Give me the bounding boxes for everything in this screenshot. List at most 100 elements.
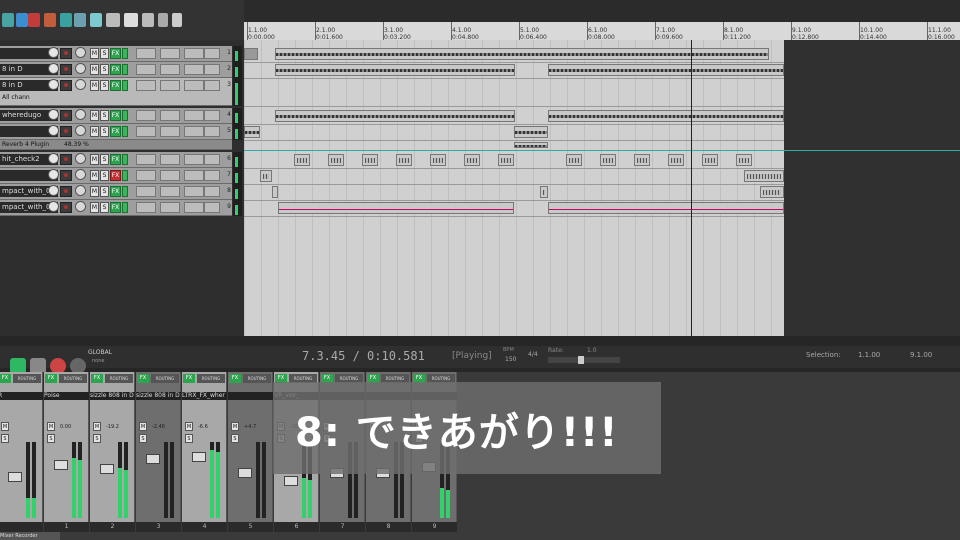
media-item[interactable] <box>275 48 769 60</box>
media-item[interactable] <box>548 64 784 76</box>
volume-knob[interactable] <box>75 63 86 74</box>
ruler-mark[interactable]: 7.1.00 <box>654 22 675 41</box>
phase-button[interactable] <box>204 80 220 91</box>
ruler-mark[interactable]: 11.1.00 <box>927 22 951 41</box>
media-item[interactable] <box>634 154 650 166</box>
pan-knob[interactable] <box>48 185 59 196</box>
mixer-icon[interactable] <box>124 13 138 27</box>
ruler-mark[interactable]: 5.1.00 <box>518 22 539 41</box>
media-item[interactable] <box>566 154 582 166</box>
volume-readout[interactable]: 0.00 <box>60 424 71 430</box>
fx-bypass-button[interactable] <box>122 170 128 181</box>
volume-knob[interactable] <box>75 169 86 180</box>
fx-bypass-button[interactable] <box>122 126 128 137</box>
route-button[interactable] <box>184 110 204 121</box>
ruler-mark[interactable]: 8.1.00 <box>722 22 743 41</box>
mixer-strip[interactable]: FX ROUTING LTRX_FX_wher M S -6.6 4 <box>182 372 227 532</box>
mute-button[interactable]: M <box>90 110 99 121</box>
record-arm-button[interactable] <box>60 154 72 165</box>
io-button[interactable] <box>160 202 180 213</box>
fx-button[interactable]: FX <box>110 110 121 121</box>
track-row[interactable]: M S FX 7 <box>0 168 232 184</box>
mute-button[interactable]: M <box>90 80 99 91</box>
volume-fader[interactable] <box>100 464 114 474</box>
route-button[interactable] <box>184 154 204 165</box>
pan-knob[interactable] <box>48 79 59 90</box>
media-item[interactable] <box>328 154 344 166</box>
strip-name[interactable]: sizzle 808 in D <box>136 392 181 400</box>
ripple-icon[interactable] <box>28 13 40 27</box>
volume-knob[interactable] <box>75 79 86 90</box>
record-arm-button[interactable] <box>60 80 72 91</box>
ruler-mark[interactable]: 4.1.00 <box>450 22 471 41</box>
fx-button[interactable]: FX <box>110 80 121 91</box>
phase-button[interactable] <box>204 202 220 213</box>
mute-button[interactable]: M <box>139 422 147 431</box>
envelope-button[interactable] <box>136 154 156 165</box>
grid-lines-icon[interactable] <box>142 13 154 27</box>
volume-knob[interactable] <box>75 153 86 164</box>
fx-button[interactable]: FX <box>110 170 121 181</box>
phase-button[interactable] <box>204 126 220 137</box>
envelope-button[interactable] <box>136 170 156 181</box>
volume-fader[interactable] <box>192 452 206 462</box>
track-row[interactable]: 8 in D M S FX 3 All chann <box>0 78 232 106</box>
fx-bypass-button[interactable] <box>122 154 128 165</box>
io-button[interactable] <box>160 170 180 181</box>
phase-button[interactable] <box>204 110 220 121</box>
media-item[interactable] <box>514 142 548 148</box>
fx-bypass-button[interactable] <box>122 186 128 197</box>
media-item[interactable] <box>548 110 784 122</box>
media-item[interactable] <box>244 126 260 138</box>
route-button[interactable] <box>184 126 204 137</box>
selection-start[interactable]: 1.1.00 <box>858 351 880 359</box>
io-button[interactable] <box>160 154 180 165</box>
ruler-mark[interactable]: 1.1.00 <box>246 22 267 41</box>
envelope-button[interactable] <box>136 48 156 59</box>
trim-icon[interactable] <box>106 13 120 27</box>
solo-button[interactable]: S <box>100 202 109 213</box>
track-row[interactable]: wheredugo M S FX 4 <box>0 108 232 124</box>
route-button[interactable] <box>184 48 204 59</box>
solo-button[interactable]: S <box>100 80 109 91</box>
mute-button[interactable]: M <box>47 422 55 431</box>
mixer-strip[interactable]: FX ROUTING M S +4.7 5 <box>228 372 273 532</box>
solo-button[interactable]: S <box>139 434 147 443</box>
mute-button[interactable]: M <box>90 202 99 213</box>
envelope-icon[interactable] <box>90 13 102 27</box>
envelope-button[interactable] <box>136 186 156 197</box>
mute-button[interactable]: M <box>90 170 99 181</box>
media-item[interactable] <box>498 154 514 166</box>
track-row[interactable]: M S FX 1 <box>0 46 232 62</box>
routing-button[interactable]: ROUTING <box>13 374 41 383</box>
routing-button[interactable]: ROUTING <box>105 374 133 383</box>
volume-fader[interactable] <box>146 454 160 464</box>
routing-button[interactable]: ROUTING <box>243 374 271 383</box>
media-item[interactable] <box>702 154 718 166</box>
track-row[interactable]: M S FX 5 <box>0 124 232 140</box>
media-item[interactable] <box>548 202 784 214</box>
media-item[interactable] <box>668 154 684 166</box>
route-button[interactable] <box>184 170 204 181</box>
pan-knob[interactable] <box>48 169 59 180</box>
phase-button[interactable] <box>204 64 220 75</box>
io-button[interactable] <box>160 186 180 197</box>
fx-button[interactable]: FX <box>91 374 103 383</box>
selection-end[interactable]: 9.1.00 <box>910 351 932 359</box>
io-button[interactable] <box>160 80 180 91</box>
fx-bypass-button[interactable] <box>122 64 128 75</box>
grid-icon[interactable] <box>2 13 14 27</box>
ruler-mark[interactable]: 10.1.00 <box>859 22 883 41</box>
solo-button[interactable]: S <box>100 170 109 181</box>
mixer-strip[interactable]: FX ROUTING sizzle 808 in D M S -19.2 2 <box>90 372 135 532</box>
volume-knob[interactable] <box>75 47 86 58</box>
route-button[interactable] <box>184 186 204 197</box>
snap-icon[interactable] <box>60 13 72 27</box>
pan-knob[interactable] <box>48 109 59 120</box>
media-item[interactable] <box>514 126 548 138</box>
envelope-line[interactable] <box>244 150 960 151</box>
fx-param-value[interactable]: 48.39 % <box>64 141 89 148</box>
volume-knob[interactable] <box>75 125 86 136</box>
volume-fader[interactable] <box>54 460 68 470</box>
strip-name[interactable]: R <box>0 392 43 400</box>
